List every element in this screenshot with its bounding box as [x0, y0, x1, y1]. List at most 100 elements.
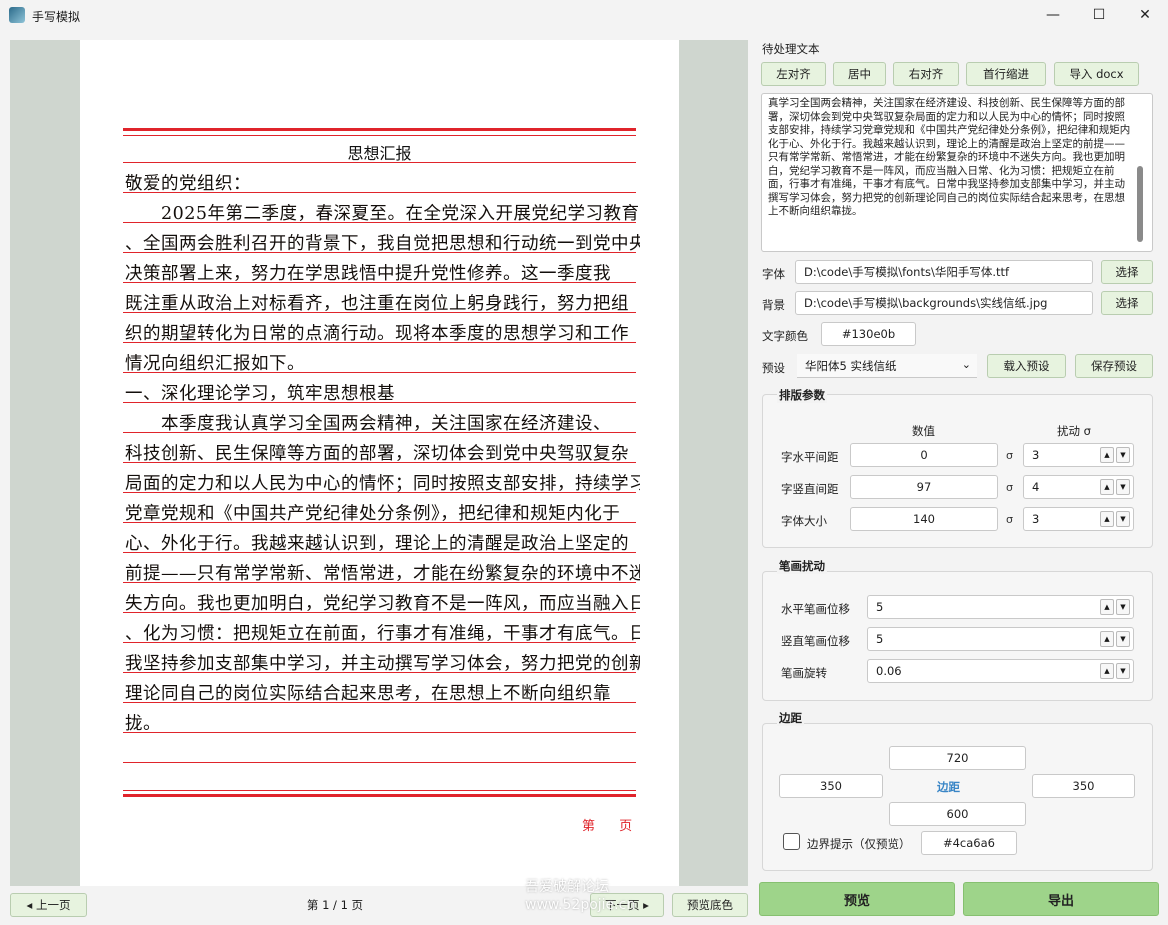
import-docx-button[interactable]: 导入 docx	[1054, 62, 1139, 86]
text-scrollbar[interactable]	[1137, 166, 1143, 242]
spin-value: 5	[876, 632, 884, 646]
app-icon	[9, 7, 25, 23]
handwritten-line: 失方向。我也更加明白，党纪学习教育不是一阵风，而应当融入日常	[125, 594, 640, 614]
boundary-hint-checkbox[interactable]	[783, 833, 800, 850]
text-section-label: 待处理文本	[762, 42, 820, 56]
v-spacing-input[interactable]: 97	[850, 475, 998, 499]
spin-value: 4	[1032, 480, 1040, 494]
title-bar: 手写模拟 — ☐ ✕	[0, 0, 1168, 30]
handwritten-line: 本季度我认真学习全国两会精神，关注国家在经济建设、	[125, 414, 611, 434]
export-button[interactable]: 导出	[963, 882, 1159, 916]
layout-params-title: 排版参数	[777, 387, 827, 403]
handwritten-line: 、化为习惯：把规矩立在前面，行事才有准绳，干事才有底气。日常中	[125, 624, 640, 644]
align-center-button[interactable]: 居中	[833, 62, 886, 86]
forum-watermark: 吾爱破解论坛 www.52pojie.cn	[525, 878, 635, 914]
text-color-input[interactable]: #130e0b	[821, 322, 916, 346]
margin-top-input[interactable]: 720	[889, 746, 1026, 770]
background-path-input[interactable]: D:\code\手写模拟\backgrounds\实线信纸.jpg	[795, 291, 1093, 315]
align-right-button[interactable]: 右对齐	[893, 62, 959, 86]
spin-value: 0.06	[876, 664, 902, 678]
stroke-rotation-spin[interactable]: 0.06 ▲ ▼	[867, 659, 1134, 683]
margin-bottom-input[interactable]: 600	[889, 802, 1026, 826]
handwritten-line: 情况向组织汇报如下。	[125, 354, 305, 374]
preset-value: 华阳体5 实线信纸	[805, 358, 897, 373]
source-text-area[interactable]: 真学习全国两会精神，关注国家在经济建设、科技创新、民生保障等方面的部署，深切体会…	[761, 93, 1153, 252]
minimize-button[interactable]: —	[1030, 0, 1076, 30]
margin-right-input[interactable]: 350	[1032, 774, 1135, 798]
spin-value: 3	[1032, 512, 1040, 526]
font-path-input[interactable]: D:\code\手写模拟\fonts\华阳手写体.ttf	[795, 260, 1093, 284]
handwritten-line: 织的期望转化为日常的点滴行动。现将本季度的思想学习和工作	[125, 324, 629, 344]
preset-select[interactable]: 华阳体5 实线信纸 ⌄	[797, 354, 977, 378]
h-spacing-input[interactable]: 0	[850, 443, 998, 467]
spin-down-icon[interactable]: ▼	[1116, 447, 1130, 463]
margin-left-input[interactable]: 350	[779, 774, 883, 798]
watermark-line: www.52pojie.cn	[525, 897, 636, 913]
v-spacing-label: 字竖直间距	[781, 482, 839, 496]
prev-page-button[interactable]: ◂ 上一页	[10, 893, 87, 917]
font-select-button[interactable]: 选择	[1101, 260, 1153, 284]
paper-top-border-thin	[123, 135, 636, 136]
preset-label: 预设	[762, 361, 785, 375]
handwritten-line: 既注重从政治上对标看齐，也注重在岗位上躬身践行，努力把组	[125, 294, 629, 314]
spin-down-icon[interactable]: ▼	[1116, 663, 1130, 679]
spin-up-icon[interactable]: ▲	[1100, 479, 1114, 495]
boundary-color-input[interactable]: #4ca6a6	[921, 831, 1017, 855]
margin-center-label: 边距	[937, 780, 960, 794]
sigma-symbol: σ	[1006, 513, 1013, 526]
spin-value: 3	[1032, 448, 1040, 462]
preview-area[interactable]: 思想汇报 敬爱的党组织： 2025年第二季度，春深夏至。在全党深入开展党纪学习教…	[10, 40, 748, 886]
paper-top-border	[123, 128, 636, 131]
close-button[interactable]: ✕	[1122, 0, 1168, 30]
first-line-indent-button[interactable]: 首行缩进	[966, 62, 1046, 86]
handwritten-line: 决策部署上来，努力在学思践悟中提升党性修养。这一季度我	[125, 264, 611, 284]
handwritten-line: 党章党规和《中国共产党纪律处分条例》，把纪律和规矩内化于	[125, 504, 621, 524]
h-spacing-label: 字水平间距	[781, 450, 839, 464]
handwritten-line: 、全国两会胜利召开的背景下，我自觉把思想和行动统一到党中央	[125, 234, 640, 254]
preview-background-button[interactable]: 预览底色	[672, 893, 748, 917]
margins-title: 边距	[777, 710, 804, 726]
spin-up-icon[interactable]: ▲	[1100, 447, 1114, 463]
spin-up-icon[interactable]: ▲	[1100, 599, 1114, 615]
page-indicator: 第 1 / 1 页	[306, 898, 364, 912]
spin-down-icon[interactable]: ▼	[1116, 511, 1130, 527]
align-left-button[interactable]: 左对齐	[761, 62, 826, 86]
stroke-v-spin[interactable]: 5 ▲ ▼	[867, 627, 1134, 651]
ruled-line	[123, 762, 636, 763]
font-size-jitter-spin[interactable]: 3 ▲ ▼	[1023, 507, 1134, 531]
font-size-input[interactable]: 140	[850, 507, 998, 531]
spin-up-icon[interactable]: ▲	[1100, 511, 1114, 527]
stroke-jitter-title: 笔画扰动	[777, 558, 827, 574]
v-spacing-jitter-spin[interactable]: 4 ▲ ▼	[1023, 475, 1134, 499]
jitter-column-header: 扰动 σ	[1057, 424, 1091, 438]
load-preset-button[interactable]: 载入预设	[987, 354, 1066, 378]
handwritten-line: 一、深化理论学习，筑牢思想根基	[125, 384, 395, 404]
font-label: 字体	[762, 267, 785, 281]
paper-title: 思想汇报	[347, 144, 412, 163]
stroke-h-spin[interactable]: 5 ▲ ▼	[867, 595, 1134, 619]
spin-down-icon[interactable]: ▼	[1116, 479, 1130, 495]
background-label: 背景	[762, 298, 785, 312]
spin-up-icon[interactable]: ▲	[1100, 663, 1114, 679]
sigma-symbol: σ	[1006, 481, 1013, 494]
save-preset-button[interactable]: 保存预设	[1075, 354, 1153, 378]
handwritten-line: 拢。	[125, 714, 161, 734]
stroke-h-label: 水平笔画位移	[781, 602, 850, 616]
spin-up-icon[interactable]: ▲	[1100, 631, 1114, 647]
handwritten-line: 敬爱的党组织：	[125, 174, 251, 194]
boundary-hint-label: 边界提示（仅预览）	[807, 837, 911, 851]
watermark-line: 吾爱破解论坛	[525, 879, 609, 895]
paper-bottom-border-thin	[123, 790, 636, 791]
h-spacing-jitter-spin[interactable]: 3 ▲ ▼	[1023, 443, 1134, 467]
spin-down-icon[interactable]: ▼	[1116, 631, 1130, 647]
text-color-label: 文字颜色	[762, 329, 808, 343]
paper-bottom-border	[123, 794, 636, 797]
paper-page: 思想汇报 敬爱的党组织： 2025年第二季度，春深夏至。在全党深入开展党纪学习教…	[80, 40, 679, 886]
background-select-button[interactable]: 选择	[1101, 291, 1153, 315]
font-size-label: 字体大小	[781, 514, 827, 528]
spin-down-icon[interactable]: ▼	[1116, 599, 1130, 615]
maximize-button[interactable]: ☐	[1076, 0, 1122, 30]
preview-button[interactable]: 预览	[759, 882, 955, 916]
sigma-symbol: σ	[1006, 449, 1013, 462]
value-column-header: 数值	[912, 424, 935, 438]
